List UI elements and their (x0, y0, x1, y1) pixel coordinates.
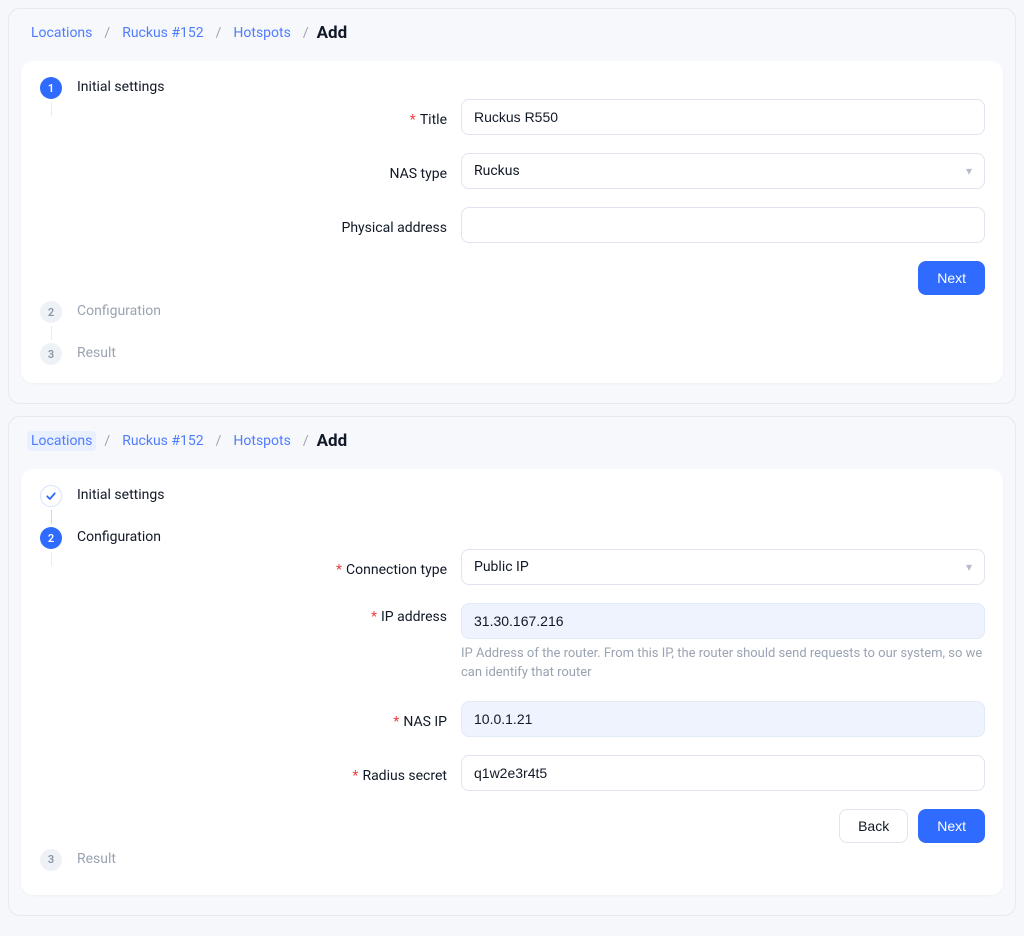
input-physical-address[interactable] (461, 207, 985, 243)
back-button[interactable]: Back (839, 809, 908, 843)
step-bullet-1-done (40, 485, 62, 507)
step-connector (51, 552, 52, 566)
next-button[interactable]: Next (918, 261, 985, 295)
breadcrumb-ruckus[interactable]: Ruckus #152 (118, 431, 207, 451)
breadcrumb-sep: / (303, 433, 309, 449)
breadcrumb-hotspots[interactable]: Hotspots (229, 23, 294, 43)
panel-step2: Locations / Ruckus #152 / Hotspots / Add… (8, 416, 1016, 916)
label-title: *Title (77, 106, 447, 128)
breadcrumb-current: Add (317, 431, 348, 451)
breadcrumb-sep: / (216, 433, 222, 449)
help-ip-address: IP Address of the router. From this IP, … (461, 645, 985, 683)
input-title[interactable] (461, 99, 985, 135)
breadcrumb-hotspots[interactable]: Hotspots (229, 431, 294, 451)
label-connection-type: *Connection type (77, 556, 447, 578)
check-icon (45, 490, 57, 502)
breadcrumb-sep: / (303, 25, 309, 41)
breadcrumb: Locations / Ruckus #152 / Hotspots / Add (9, 417, 1015, 461)
breadcrumb-locations[interactable]: Locations (27, 23, 96, 43)
step-title-result: Result (77, 343, 985, 361)
step-connector (51, 510, 52, 524)
wizard-card: Initial settings 2 Configuration *Connec… (21, 469, 1003, 895)
input-nas-ip[interactable] (461, 701, 985, 737)
step-title-configuration: Configuration (77, 527, 985, 545)
panel-step1: Locations / Ruckus #152 / Hotspots / Add… (8, 8, 1016, 404)
select-nas-type-value: Ruckus (474, 163, 520, 179)
step-connector (51, 102, 52, 116)
label-nas-type: NAS type (77, 160, 447, 182)
next-button[interactable]: Next (918, 809, 985, 843)
breadcrumb-sep: / (104, 25, 110, 41)
breadcrumb-current: Add (317, 23, 348, 43)
step-connector (51, 326, 52, 340)
input-ip-address[interactable] (461, 603, 985, 639)
step-bullet-3: 3 (40, 849, 62, 871)
select-nas-type[interactable]: Ruckus ▾ (461, 153, 985, 189)
breadcrumb: Locations / Ruckus #152 / Hotspots / Add (9, 9, 1015, 53)
breadcrumb-sep: / (216, 25, 222, 41)
step-bullet-1: 1 (40, 77, 62, 99)
label-physical-address: Physical address (77, 214, 447, 236)
breadcrumb-ruckus[interactable]: Ruckus #152 (118, 23, 207, 43)
step-title-configuration: Configuration (77, 301, 985, 319)
label-ip-address: *IP address (77, 603, 447, 625)
breadcrumb-sep: / (104, 433, 110, 449)
step-bullet-2: 2 (40, 301, 62, 323)
label-nas-ip: *NAS IP (77, 708, 447, 730)
select-connection-type-value: Public IP (474, 559, 529, 575)
chevron-down-icon: ▾ (966, 164, 972, 178)
wizard-card: 1 Initial settings *Title (21, 61, 1003, 383)
input-radius-secret[interactable] (461, 755, 985, 791)
label-radius-secret: *Radius secret (77, 762, 447, 784)
chevron-down-icon: ▾ (966, 560, 972, 574)
step-title-initial: Initial settings (77, 77, 985, 95)
select-connection-type[interactable]: Public IP ▾ (461, 549, 985, 585)
step-bullet-2: 2 (40, 527, 62, 549)
step-bullet-3: 3 (40, 343, 62, 365)
step-title-result: Result (77, 849, 985, 867)
step-title-initial: Initial settings (77, 485, 985, 503)
breadcrumb-locations[interactable]: Locations (27, 431, 96, 451)
